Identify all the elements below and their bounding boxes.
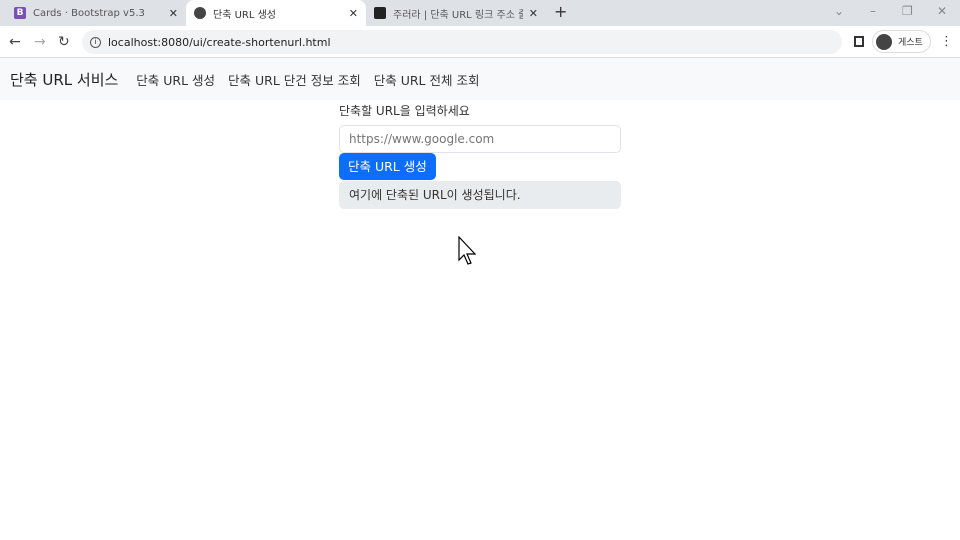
close-tab-icon[interactable]: ✕ <box>169 7 178 20</box>
navbar-brand[interactable]: 단축 URL 서비스 <box>10 69 118 90</box>
menu-icon[interactable]: ⋮ <box>940 34 953 49</box>
mouse-cursor-icon <box>458 236 477 265</box>
tab-title: Cards · Bootstrap v5.3 <box>33 7 145 19</box>
restore-button[interactable]: ❐ <box>902 4 913 18</box>
nav-link-create[interactable]: 단축 URL 생성 <box>136 70 215 89</box>
tab-create-shortenurl[interactable]: 단축 URL 생성 ✕ <box>186 0 366 26</box>
globe-icon <box>194 7 206 19</box>
url-input-label: 단축할 URL을 입력하세요 <box>339 104 470 118</box>
info-icon[interactable]: i <box>90 36 101 48</box>
address-bar[interactable]: i localhost:8080/ui/create-shortenurl.ht… <box>82 30 842 54</box>
navbar: 단축 URL 서비스 단축 URL 생성 단축 URL 단건 정보 조회 단축 … <box>0 58 960 100</box>
close-tab-icon[interactable]: ✕ <box>349 7 358 20</box>
new-tab-button[interactable]: + <box>554 2 567 21</box>
minimize-button[interactable]: – <box>870 4 876 18</box>
tab-title: 주러라 | 단축 URL 링크 주소 줄이기 <box>393 9 523 21</box>
tab-search-icon[interactable]: ⌄ <box>834 4 844 18</box>
url-input[interactable] <box>339 125 621 153</box>
close-window-button[interactable]: ✕ <box>937 4 947 18</box>
nav-link-lookup-all[interactable]: 단축 URL 전체 조회 <box>374 70 480 89</box>
tab-site[interactable]: 주러라 | 단축 URL 링크 주소 줄이기 ✕ <box>366 0 546 26</box>
profile-button[interactable]: 게스트 <box>872 30 931 53</box>
result-output: 여기에 단축된 URL이 생성됩니다. <box>339 181 621 209</box>
back-button[interactable]: ← <box>9 34 21 50</box>
side-panel-icon[interactable] <box>854 36 864 47</box>
reload-button[interactable]: ↻ <box>58 34 70 50</box>
tab-bootstrap[interactable]: B Cards · Bootstrap v5.3 ✕ <box>6 0 186 26</box>
bootstrap-icon: B <box>14 7 26 19</box>
url-text: localhost:8080/ui/create-shortenurl.html <box>108 35 331 49</box>
toolbar: ← → ↻ i localhost:8080/ui/create-shorten… <box>0 26 960 58</box>
avatar-icon <box>876 33 892 50</box>
forward-button[interactable]: → <box>34 34 46 50</box>
tab-strip: B Cards · Bootstrap v5.3 ✕ 단축 URL 생성 ✕ 주… <box>0 0 960 26</box>
create-shortenurl-button[interactable]: 단축 URL 생성 <box>339 153 436 180</box>
create-form: 단축할 URL을 입력하세요 단축 URL 생성 여기에 단축된 URL이 생성… <box>339 100 621 209</box>
nav-link-lookup-single[interactable]: 단축 URL 단건 정보 조회 <box>228 70 361 89</box>
tab-title: 단축 URL 생성 <box>213 9 276 21</box>
close-tab-icon[interactable]: ✕ <box>529 7 538 20</box>
site-icon <box>374 7 386 19</box>
profile-label: 게스트 <box>898 38 923 48</box>
